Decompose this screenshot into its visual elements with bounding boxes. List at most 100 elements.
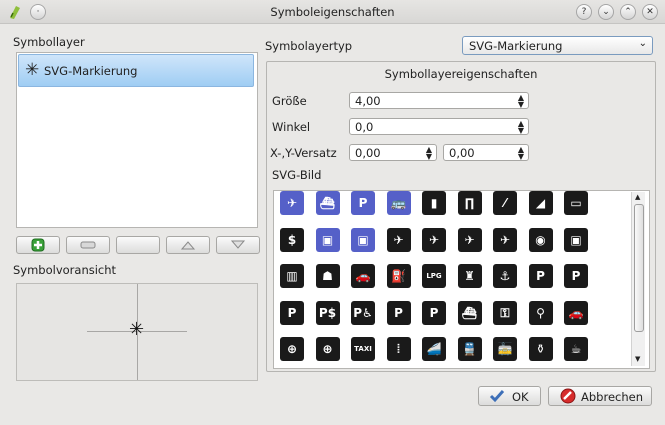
barrier-icon[interactable]: ◢ [528, 191, 553, 215]
bicycle-rental-icon[interactable]: ⚲ [528, 300, 553, 325]
help-button[interactable]: ? [576, 4, 592, 20]
airplane-icon[interactable]: ✈ [457, 227, 482, 252]
layer-type-value: SVG-Markierung [469, 39, 563, 53]
angle-spinbox[interactable]: 0,0 ▲ ▼ [349, 118, 529, 135]
bus-icon[interactable]: ▣ [564, 227, 588, 252]
remove-icon [80, 241, 96, 249]
angle-label: Winkel [272, 120, 311, 134]
layer-item-label: SVG-Markierung [44, 64, 138, 78]
move-up-button[interactable] [166, 236, 210, 254]
offset-label: X-,Y-Versatz [270, 146, 337, 160]
asterisk-icon: ✳ [129, 319, 145, 340]
ferry-icon[interactable]: ⛴ [315, 191, 340, 215]
add-layer-button[interactable] [16, 236, 60, 254]
ship-icon[interactable]: ⛴ [457, 300, 482, 325]
maximize-button[interactable]: ⌃ [620, 4, 636, 20]
close-button[interactable]: ✕ [642, 4, 658, 20]
lighthouse-icon[interactable]: ♜ [457, 264, 482, 288]
size-value: 4,00 [355, 94, 381, 108]
bus-stop-icon[interactable]: ▥ [280, 264, 304, 288]
offset-x-spinbox[interactable]: 0,00 ▲ ▼ [349, 144, 437, 161]
bridge-icon[interactable]: ▭ [564, 191, 588, 215]
airplane-icon[interactable]: ✈ [493, 227, 517, 252]
parking-car-icon[interactable]: P [280, 300, 304, 325]
ticket-machine-icon[interactable]: $ [280, 227, 304, 252]
airplane-icon[interactable]: ✈ [280, 191, 304, 215]
symbol-layers-heading: Symbollayer [13, 35, 85, 49]
symbol-preview: ✳ [16, 283, 258, 381]
ok-button[interactable]: OK [478, 386, 541, 406]
fuel-icon[interactable]: ⛽ [386, 264, 411, 288]
train-front-icon[interactable]: 🚆 [457, 337, 482, 361]
traffic-light-icon[interactable]: ⦙ [386, 337, 411, 361]
move-down-icon [230, 240, 246, 249]
lpg-icon[interactable]: LPG [422, 264, 446, 288]
minimize-button[interactable]: ⌄ [598, 4, 614, 20]
gate-icon[interactable]: ∏ [457, 191, 482, 215]
spin-arrows-icon: ▲ ▼ [517, 93, 524, 109]
layer-item-svg-marker[interactable]: ✳ SVG-Markierung [18, 54, 254, 87]
offset-x-value: 0,00 [355, 146, 381, 160]
parking-dark-icon[interactable]: P [422, 300, 446, 325]
spin-arrows-icon: ▲ ▼ [517, 119, 524, 135]
add-icon [31, 238, 45, 252]
roundabout-icon[interactable]: ⊕ [280, 337, 304, 361]
disabled-parking-icon[interactable]: P♿ [351, 300, 375, 325]
cancel-label: Abbrechen [581, 390, 643, 404]
symbol-layer-list[interactable]: ✳ SVG-Markierung [16, 52, 258, 228]
no-entry-icon[interactable]: ⁄ [493, 191, 517, 215]
move-up-icon [180, 241, 196, 250]
shoe-icon[interactable]: ☕ [564, 337, 588, 361]
svg-image-label: SVG-Bild [272, 168, 322, 182]
layer-type-label: Symbolayertyp [265, 39, 353, 53]
car-key-icon[interactable]: ⚿ [493, 300, 517, 325]
tram-icon[interactable]: 🚋 [493, 337, 517, 361]
svg-list-scrollbar[interactable]: ▲ ▼ [631, 192, 645, 366]
train-icon[interactable]: ▣ [351, 227, 375, 252]
move-down-button[interactable] [216, 236, 260, 254]
asterisk-icon: ✳ [25, 60, 40, 80]
layer-properties-title: Symbollayereigenschaften [384, 67, 538, 81]
layer-type-select[interactable]: SVG-Markierung ⌄ [462, 36, 653, 55]
size-label: Größe [272, 94, 307, 108]
parking-grey-icon[interactable]: P [386, 300, 411, 325]
anchor-icon[interactable]: ⚓ [493, 264, 517, 288]
parking-icon[interactable]: P [351, 191, 375, 215]
checkmark-icon [489, 390, 505, 403]
offset-y-spinbox[interactable]: 0,00 ▲ ▼ [443, 144, 529, 161]
train-icon[interactable]: 🚄 [422, 337, 446, 361]
ok-label: OK [512, 390, 529, 404]
symbol-preview-heading: Symbolvoransicht [13, 263, 117, 277]
taxi-icon[interactable]: TAXI [351, 337, 375, 361]
car-rental-icon[interactable]: 🚗 [564, 300, 588, 325]
scrollbar-thumb[interactable] [634, 204, 644, 332]
vase-icon[interactable]: ⚱ [528, 337, 553, 361]
chevron-down-icon: ⌄ [638, 38, 647, 49]
cancel-button[interactable]: Abbrechen [548, 386, 652, 406]
car-icon[interactable]: 🚗 [351, 264, 375, 288]
bicycle-parking-icon[interactable]: P [564, 264, 588, 288]
lock-layer-button[interactable] [116, 236, 160, 254]
bus-icon[interactable]: 🚌 [386, 191, 411, 215]
title-bar: · Symboleigenschaften ? ⌄ ⌃ ✕ [0, 0, 665, 24]
paid-parking-icon[interactable]: P$ [315, 300, 340, 325]
scroll-up-icon: ▲ [635, 193, 641, 201]
airport-icon[interactable]: ✈ [386, 227, 411, 252]
spin-arrows-icon: ▲ ▼ [425, 145, 432, 161]
size-spinbox[interactable]: 4,00 ▲ ▼ [349, 92, 529, 109]
tram-icon[interactable]: ▣ [315, 227, 340, 252]
subway-icon[interactable]: ◉ [528, 227, 553, 252]
remove-layer-button[interactable] [66, 236, 110, 254]
window-title: Symboleigenschaften [270, 5, 395, 19]
cancel-icon [560, 388, 576, 404]
offset-y-value: 0,00 [449, 146, 475, 160]
angle-value: 0,0 [355, 120, 374, 134]
spin-arrows-icon: ▲ ▼ [517, 145, 524, 161]
parking-icon[interactable]: P [528, 264, 553, 288]
tomb-icon[interactable]: ▮ [422, 191, 446, 215]
airplane-icon[interactable]: ✈ [422, 227, 446, 252]
roundabout-icon[interactable]: ⊕ [315, 337, 340, 361]
svg-image-list[interactable]: ✈ ⛴ P 🚌 ▮ ∏ ⁄ ◢ ▭ $ ▣ ▣ ✈ ✈ ✈ ✈ ◉ ▣ ▥ ☗ 🚗 ⛽ LPG ♜ ⚓ P P P P$ P♿ P P ⛴ ⚿ ⚲ 🚗… [273, 190, 650, 369]
scroll-down-icon: ▼ [635, 355, 641, 363]
taxi-rank-icon[interactable]: ☗ [315, 264, 340, 288]
